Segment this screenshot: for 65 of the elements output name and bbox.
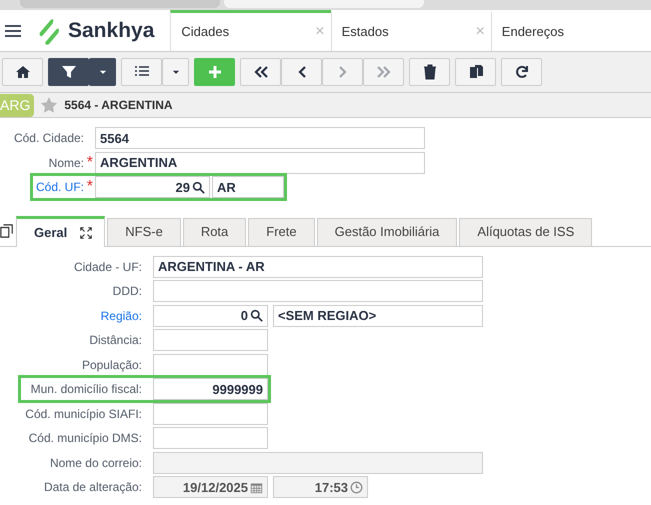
dropdown-button[interactable] (89, 58, 116, 86)
clock-icon (350, 480, 363, 494)
field-label: Distância: (89, 332, 142, 350)
text-field[interactable]: 5564 (95, 127, 425, 150)
field-label: População: (82, 356, 142, 374)
search-icon (192, 180, 205, 194)
field-label-link[interactable]: Cód. UF: (36, 178, 84, 196)
detail-tab[interactable]: Gestão Imobiliária (316, 218, 458, 246)
trash-button[interactable] (409, 58, 450, 86)
detail-tab[interactable]: Frete (248, 218, 315, 246)
description-field[interactable]: <SEM REGIAO> (273, 304, 483, 327)
refresh-button[interactable] (501, 58, 542, 86)
detail-tab[interactable]: NFS-e (107, 218, 181, 246)
text-field[interactable] (153, 280, 483, 302)
text-field[interactable]: ARGENTINA - AR (153, 256, 483, 278)
trash-icon (422, 64, 438, 80)
refresh-icon (514, 64, 530, 80)
field-label: DDD: (112, 283, 142, 300)
copy-icon (0, 224, 14, 238)
field-label: Cód. Cidade: (14, 130, 84, 148)
filter-icon (60, 64, 76, 80)
text-field[interactable]: 9999999 (153, 378, 268, 400)
calendar-icon (250, 480, 263, 494)
record-title: 5564 - ARGENTINA (64, 97, 173, 114)
search-icon (250, 309, 263, 322)
star-icon (40, 96, 58, 114)
text-field[interactable] (153, 427, 268, 450)
required-mark: * (86, 179, 93, 196)
field-label: Cód. município SIAFI: (25, 406, 142, 423)
code-field[interactable]: 0 (153, 304, 268, 327)
text-field[interactable] (153, 354, 268, 376)
expand-icon (80, 226, 92, 238)
double-left-chevron-button[interactable] (240, 58, 281, 86)
home-icon (14, 64, 30, 80)
double-left-chevron-icon (252, 64, 268, 80)
description-field[interactable]: AR (212, 176, 284, 198)
copy-button[interactable] (455, 58, 496, 86)
copy-icon (468, 64, 484, 80)
required-mark: * (86, 154, 93, 171)
logo-text: Sankhya (68, 18, 154, 44)
code-field[interactable]: 29 (95, 176, 210, 198)
record-tag: ARG (0, 94, 34, 116)
field-label: Mun. domicílio fiscal: (30, 381, 142, 398)
menu-icon (4, 22, 22, 38)
detail-tab[interactable]: Alíquotas de ISS (459, 218, 592, 246)
field-label: Cód. município DMS: (28, 430, 142, 448)
detail-tab[interactable]: Rota (182, 218, 246, 246)
text-field[interactable] (153, 402, 268, 425)
field-label: Nome: (48, 154, 84, 172)
plus-button[interactable] (194, 58, 235, 86)
screen-tab[interactable]: Endereços (490, 10, 651, 51)
text-field[interactable]: ARGENTINA (95, 152, 425, 174)
double-right-chevron-icon (376, 64, 392, 80)
text-field[interactable] (153, 329, 268, 352)
screen-tab[interactable]: Estados × (330, 10, 491, 51)
left-chevron-button[interactable] (281, 58, 322, 86)
list-button[interactable] (121, 58, 162, 86)
filter-button[interactable] (48, 58, 89, 86)
home-button[interactable] (2, 58, 43, 86)
field-label: Nome do correio: (50, 454, 142, 472)
plus-icon (206, 64, 222, 80)
field-label-link[interactable]: Região: (100, 306, 142, 325)
detail-tab[interactable]: Geral (16, 216, 106, 246)
field-label: Cidade - UF: (74, 258, 142, 276)
field-label: Data de alteração: (44, 479, 142, 496)
